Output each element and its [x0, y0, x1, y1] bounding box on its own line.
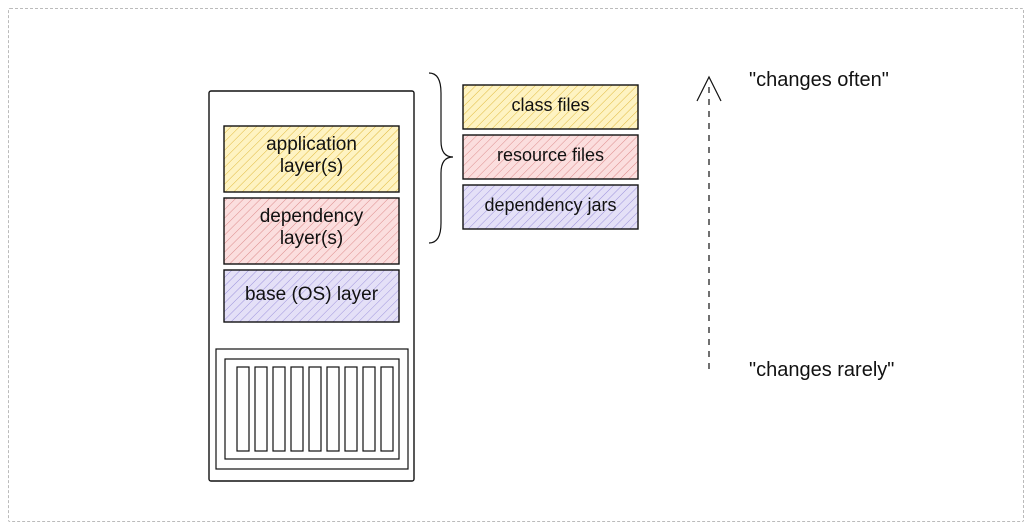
- layer-dependency-label: dependency layer(s): [224, 206, 399, 250]
- detail-dependency-jars-label: dependency jars: [463, 195, 638, 216]
- diagram-canvas: application layer(s) dependency layer(s)…: [8, 8, 1024, 522]
- annotation-changes-often: "changes often": [749, 69, 949, 92]
- layer-base-os-label: base (OS) layer: [224, 284, 399, 306]
- detail-class-files-label: class files: [463, 95, 638, 116]
- layer-application-label: application layer(s): [224, 134, 399, 178]
- detail-resource-files-label: resource files: [463, 145, 638, 166]
- change-frequency-arrow: [697, 77, 721, 369]
- curly-brace: [429, 73, 453, 243]
- annotation-changes-rarely: "changes rarely": [749, 359, 949, 382]
